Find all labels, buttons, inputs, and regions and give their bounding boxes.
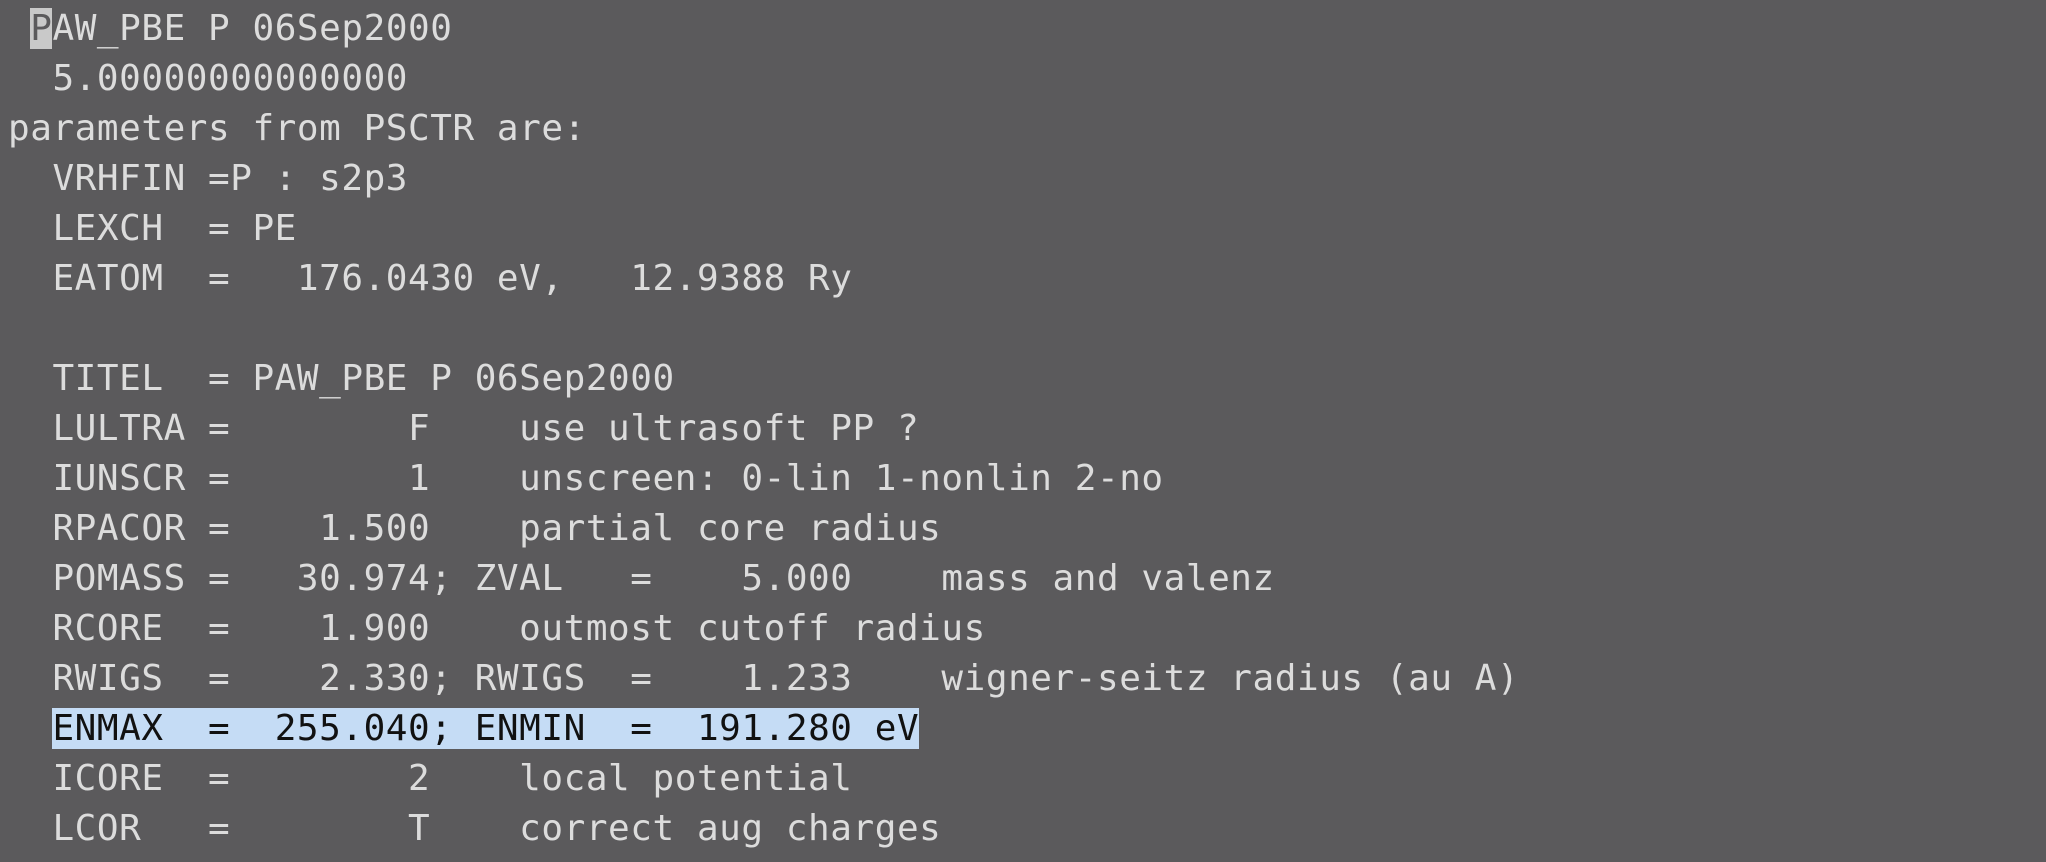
terminal-line-8: TITEL = PAW_PBE P 06Sep2000 xyxy=(8,358,675,399)
selected-text[interactable]: ENMAX = 255.040; ENMIN = 191.280 eV xyxy=(52,708,920,749)
terminal-line-14: RWIGS = 2.330; RWIGS = 1.233 wigner-seit… xyxy=(8,658,1520,699)
terminal-line-16: ICORE = 2 local potential xyxy=(8,758,853,799)
terminal-line-9: LULTRA = F use ultrasoft PP ? xyxy=(8,408,920,449)
line-text: AW_PBE P 06Sep2000 xyxy=(52,8,453,49)
terminal-line-13: RCORE = 1.900 outmost cutoff radius xyxy=(8,608,986,649)
terminal-line-17: LCOR = T correct aug charges xyxy=(8,808,942,849)
terminal-line-5: LEXCH = PE xyxy=(8,208,297,249)
terminal-line-1: PAW_PBE P 06Sep2000 xyxy=(8,4,453,54)
terminal-line-6: EATOM = 176.0430 eV, 12.9388 Ry xyxy=(8,258,853,299)
terminal-window[interactable]: PAW_PBE P 06Sep2000 5.00000000000000 par… xyxy=(0,0,2046,862)
terminal-line-4: VRHFIN =P : s2p3 xyxy=(8,158,409,199)
terminal-line-3: parameters from PSCTR are: xyxy=(8,108,586,149)
terminal-line-12: POMASS = 30.974; ZVAL = 5.000 mass and v… xyxy=(8,558,1275,599)
terminal-line-2: 5.00000000000000 xyxy=(8,58,409,99)
terminal-line-15: ENMAX = 255.040; ENMIN = 191.280 eV xyxy=(8,704,920,754)
text-cursor: P xyxy=(30,8,53,49)
terminal-line-10: IUNSCR = 1 unscreen: 0-lin 1-nonlin 2-no xyxy=(8,458,1164,499)
terminal-line-11: RPACOR = 1.500 partial core radius xyxy=(8,508,942,549)
